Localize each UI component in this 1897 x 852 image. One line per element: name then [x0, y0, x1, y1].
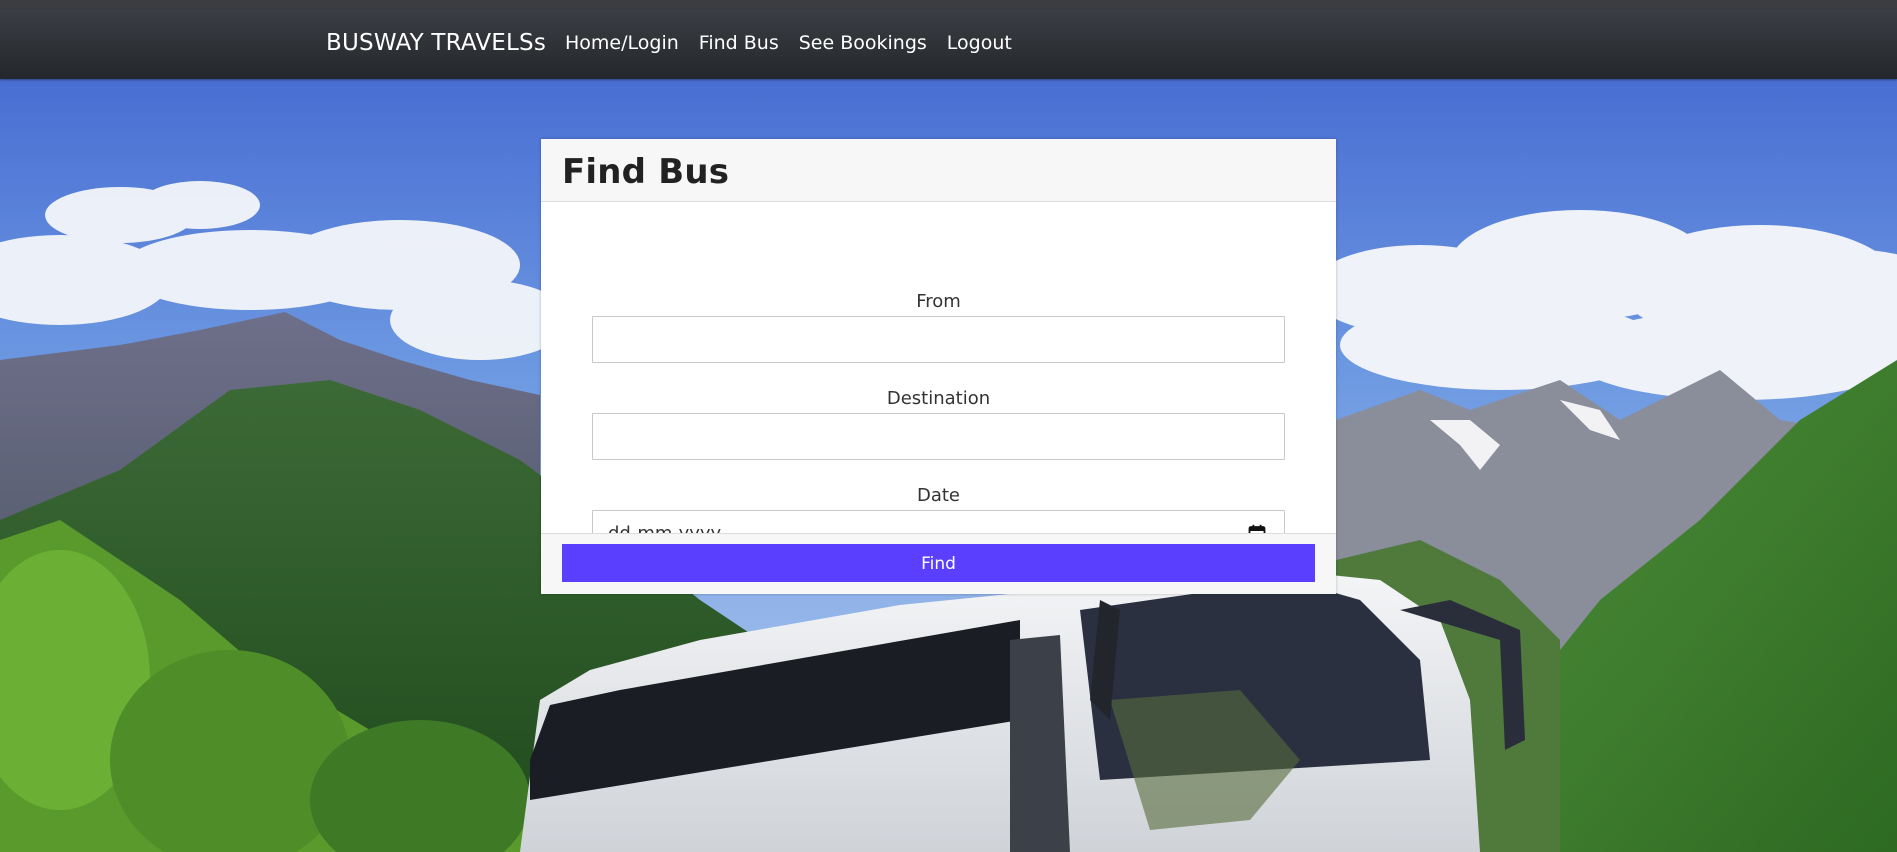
navbar: BUSWAY TRAVELSs Home/Login Find Bus See …: [0, 9, 1897, 79]
nav-link-find-bus[interactable]: Find Bus: [699, 32, 779, 54]
nav-link-see-bookings[interactable]: See Bookings: [799, 32, 927, 54]
date-label: Date: [916, 485, 961, 506]
card-footer: Find: [541, 533, 1336, 594]
find-button[interactable]: Find: [562, 544, 1315, 582]
card-header: Find Bus: [541, 139, 1336, 202]
destination-input[interactable]: [592, 413, 1285, 460]
from-input[interactable]: [592, 316, 1285, 363]
browser-top-strip: [0, 0, 1897, 9]
find-bus-card: Find Bus From Destination Date dd-mm-yyy…: [541, 139, 1336, 594]
from-label: From: [916, 291, 961, 312]
nav-links: Home/Login Find Bus See Bookings Logout: [565, 32, 1032, 54]
nav-link-home-login[interactable]: Home/Login: [565, 32, 679, 54]
card-body: From Destination Date dd-mm-yyyy: [541, 202, 1336, 557]
brand-link[interactable]: BUSWAY TRAVELSs: [326, 30, 546, 56]
card-title: Find Bus: [562, 152, 730, 192]
nav-link-logout[interactable]: Logout: [947, 32, 1012, 54]
destination-label: Destination: [886, 388, 991, 409]
page: BUSWAY TRAVELSs Home/Login Find Bus See …: [0, 0, 1897, 852]
